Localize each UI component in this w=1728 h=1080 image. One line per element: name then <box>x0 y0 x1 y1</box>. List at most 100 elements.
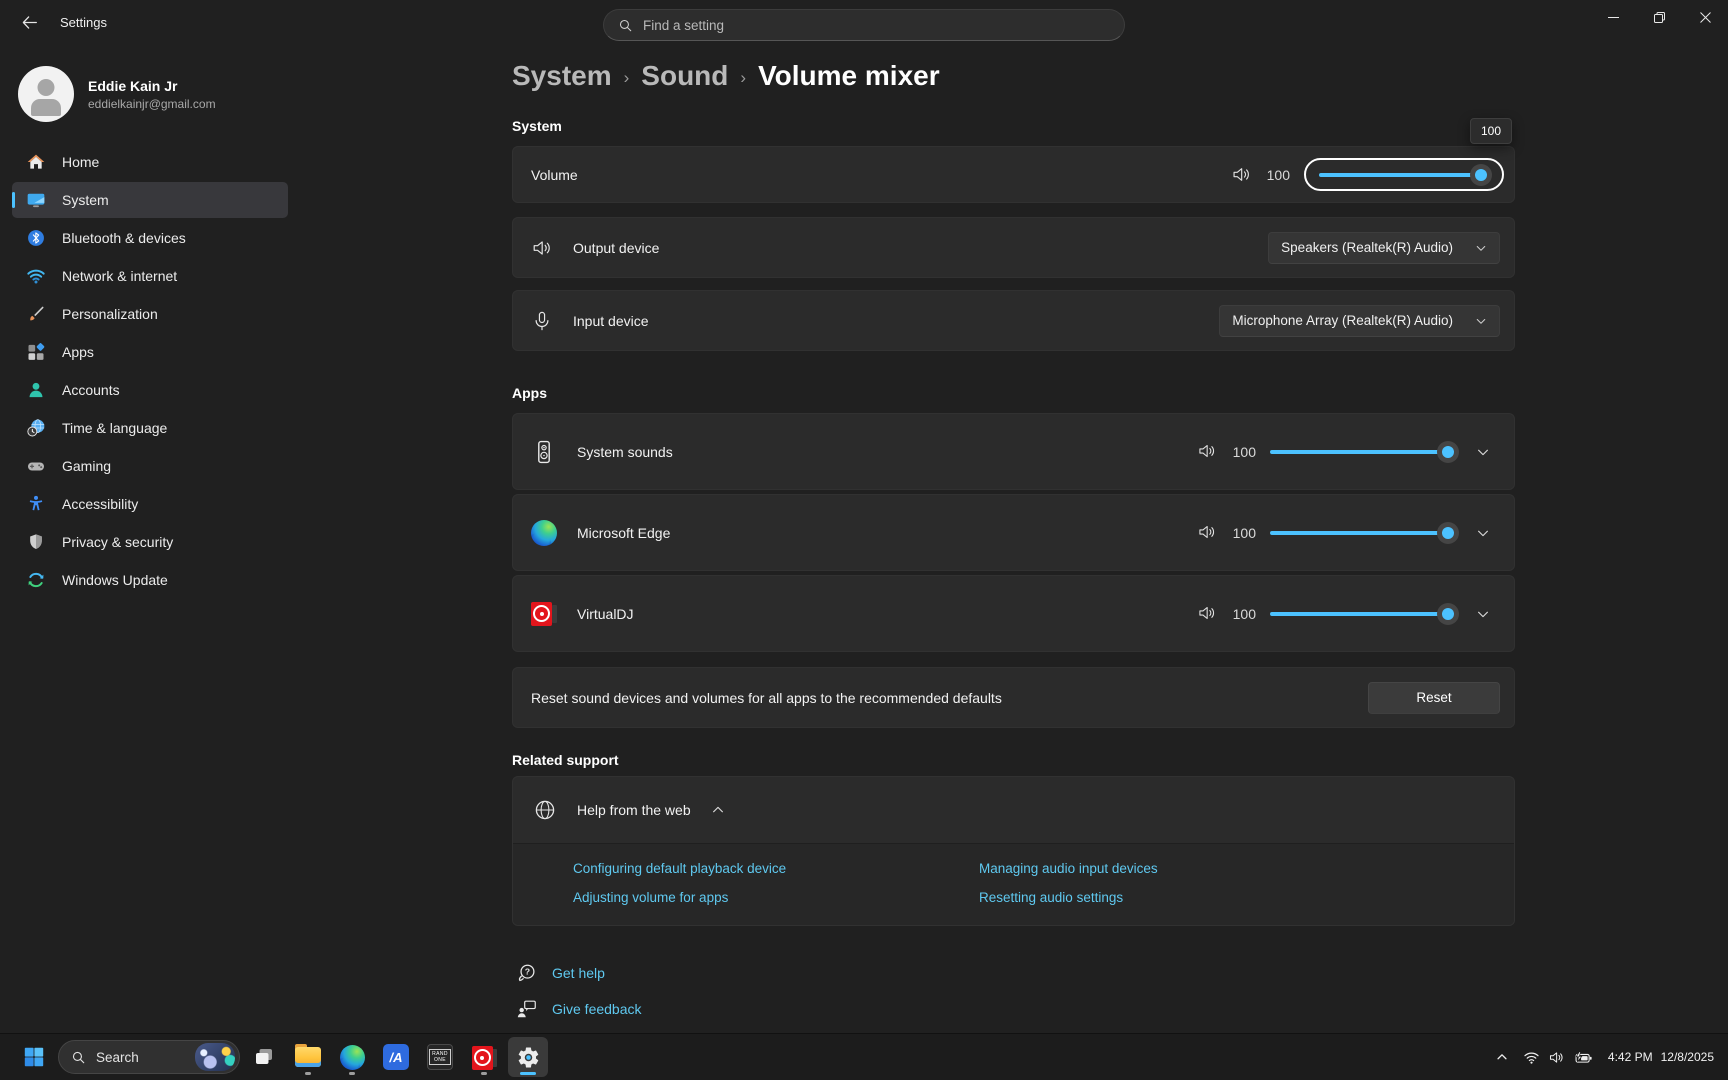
sidebar: Eddie Kain Jr eddielkainjr@gmail.com Hom… <box>0 44 300 1033</box>
reset-button[interactable]: Reset <box>1368 682 1500 714</box>
search-input[interactable] <box>643 18 1110 33</box>
back-button[interactable] <box>10 6 48 38</box>
settings-search-box[interactable] <box>603 9 1125 41</box>
speaker-output-icon <box>531 237 553 259</box>
input-device-row: Input device Microphone Array (Realtek(R… <box>512 290 1515 351</box>
help-from-web-expander: Help from the web Configuring default pl… <box>512 776 1515 926</box>
speaker-icon[interactable] <box>1231 164 1252 185</box>
get-help-row[interactable]: ? Get help <box>516 962 1515 984</box>
app-volume-row-microsoft-edge: Microsoft Edge 100 <box>512 494 1515 571</box>
sidebar-item-bluetooth-devices[interactable]: Bluetooth & devices <box>12 220 288 256</box>
app-volume-value: 100 <box>1230 606 1256 622</box>
get-help-icon: ? <box>516 962 538 984</box>
slider-thumb[interactable] <box>1437 603 1459 625</box>
taskbar: Search /A RANDONE <box>0 1033 1728 1080</box>
taskbar-search-label: Search <box>96 1050 139 1065</box>
sidebar-item-system[interactable]: System <box>12 182 288 218</box>
section-header-related-support: Related support <box>512 752 1515 768</box>
back-arrow-icon <box>21 14 38 31</box>
slider-track[interactable] <box>1319 173 1489 177</box>
search-highlight-image[interactable] <box>195 1043 235 1071</box>
app-volume-slider[interactable] <box>1270 441 1456 463</box>
hidden-icons-button[interactable] <box>1488 1039 1516 1075</box>
output-device-dropdown[interactable]: Speakers (Realtek(R) Audio) <box>1268 232 1500 264</box>
slider-thumb[interactable] <box>1437 441 1459 463</box>
sidebar-item-label: Windows Update <box>62 572 168 588</box>
help-link-resetting-audio[interactable]: Resetting audio settings <box>979 890 1123 905</box>
sidebar-item-home[interactable]: Home <box>12 144 288 180</box>
sidebar-item-accounts[interactable]: Accounts <box>12 372 288 408</box>
speaker-icon[interactable] <box>1197 522 1218 543</box>
breadcrumb-sound[interactable]: Sound <box>641 60 728 92</box>
account-email: eddielkainjr@gmail.com <box>88 97 216 111</box>
volume-tray-icon <box>1548 1049 1565 1066</box>
speaker-icon[interactable] <box>1197 441 1218 462</box>
slider-track[interactable] <box>1270 531 1456 535</box>
task-view-button[interactable] <box>244 1037 284 1077</box>
volume-row: Volume 100 100 <box>512 146 1515 203</box>
expand-row-button[interactable] <box>1466 597 1500 631</box>
restore-button[interactable] <box>1636 0 1682 34</box>
wifi-icon <box>1523 1049 1540 1066</box>
volume-tooltip: 100 <box>1470 118 1512 144</box>
virtualdj-button[interactable] <box>464 1037 504 1077</box>
sidebar-item-time-language[interactable]: Time & language <box>12 410 288 446</box>
msa-app-button[interactable]: /A <box>376 1037 416 1077</box>
help-link-managing-input[interactable]: Managing audio input devices <box>979 861 1158 876</box>
minimize-button[interactable] <box>1590 0 1636 34</box>
slider-thumb[interactable] <box>1470 164 1492 186</box>
app-volume-value: 100 <box>1230 444 1256 460</box>
expand-row-button[interactable] <box>1466 435 1500 469</box>
sidebar-item-personalization[interactable]: Personalization <box>12 296 288 332</box>
breadcrumb-separator: › <box>624 64 630 88</box>
sidebar-item-network-internet[interactable]: Network & internet <box>12 258 288 294</box>
app-name: System sounds <box>577 444 673 460</box>
speaker-icon[interactable] <box>1197 603 1218 624</box>
sidebar-item-privacy-security[interactable]: Privacy & security <box>12 524 288 560</box>
get-help-link[interactable]: Get help <box>552 965 605 981</box>
sidebar-item-gaming[interactable]: Gaming <box>12 448 288 484</box>
chevron-down-icon <box>1475 242 1487 254</box>
give-feedback-link[interactable]: Give feedback <box>552 1001 642 1017</box>
start-button[interactable] <box>14 1037 54 1077</box>
sidebar-item-apps[interactable]: Apps <box>12 334 288 370</box>
sidebar-item-label: Accessibility <box>62 496 138 512</box>
app-volume-slider[interactable] <box>1270 522 1456 544</box>
rand-one-app-button[interactable]: RANDONE <box>420 1037 460 1077</box>
account-profile[interactable]: Eddie Kain Jr eddielkainjr@gmail.com <box>0 44 300 136</box>
output-device-value: Speakers (Realtek(R) Audio) <box>1281 240 1453 255</box>
clock-date[interactable]: 4:42 PM 12/8/2025 <box>1600 1039 1720 1075</box>
volume-slider[interactable] <box>1319 164 1489 186</box>
input-device-label: Input device <box>573 313 649 329</box>
help-link-configuring-playback[interactable]: Configuring default playback device <box>573 861 786 876</box>
input-device-dropdown[interactable]: Microphone Array (Realtek(R) Audio) <box>1219 305 1500 337</box>
file-explorer-button[interactable] <box>288 1037 328 1077</box>
settings-button[interactable] <box>508 1037 548 1077</box>
slider-track[interactable] <box>1270 612 1456 616</box>
collapse-button[interactable] <box>701 793 735 827</box>
chevron-down-icon <box>1475 315 1487 327</box>
main-content: System › Sound › Volume mixer System Vol… <box>512 44 1515 1020</box>
edge-button[interactable] <box>332 1037 372 1077</box>
help-link-adjusting-volume[interactable]: Adjusting volume for apps <box>573 890 728 905</box>
sidebar-item-label: Home <box>62 154 99 170</box>
give-feedback-row[interactable]: Give feedback <box>516 998 1515 1020</box>
slider-thumb[interactable] <box>1437 522 1459 544</box>
search-icon <box>71 1050 86 1065</box>
expand-row-button[interactable] <box>1466 516 1500 550</box>
breadcrumb-system[interactable]: System <box>512 60 612 92</box>
reset-description: Reset sound devices and volumes for all … <box>531 690 1002 706</box>
sidebar-item-windows-update[interactable]: Windows Update <box>12 562 288 598</box>
close-button[interactable] <box>1682 0 1728 34</box>
app-volume-slider[interactable] <box>1270 603 1456 625</box>
sidebar-item-accessibility[interactable]: Accessibility <box>12 486 288 522</box>
slider-track[interactable] <box>1270 450 1456 454</box>
input-device-value: Microphone Array (Realtek(R) Audio) <box>1232 313 1453 328</box>
help-from-web-header[interactable]: Help from the web <box>513 777 1514 843</box>
taskbar-search-box[interactable]: Search <box>58 1040 240 1074</box>
network-volume-battery-flyout[interactable] <box>1516 1039 1600 1075</box>
rand-icon-text-line2: ONE <box>434 1057 446 1063</box>
personalization-icon <box>26 304 46 324</box>
breadcrumb: System › Sound › Volume mixer <box>512 60 1515 92</box>
sidebar-nav: Home System Bluetooth & devices Network … <box>0 144 300 598</box>
